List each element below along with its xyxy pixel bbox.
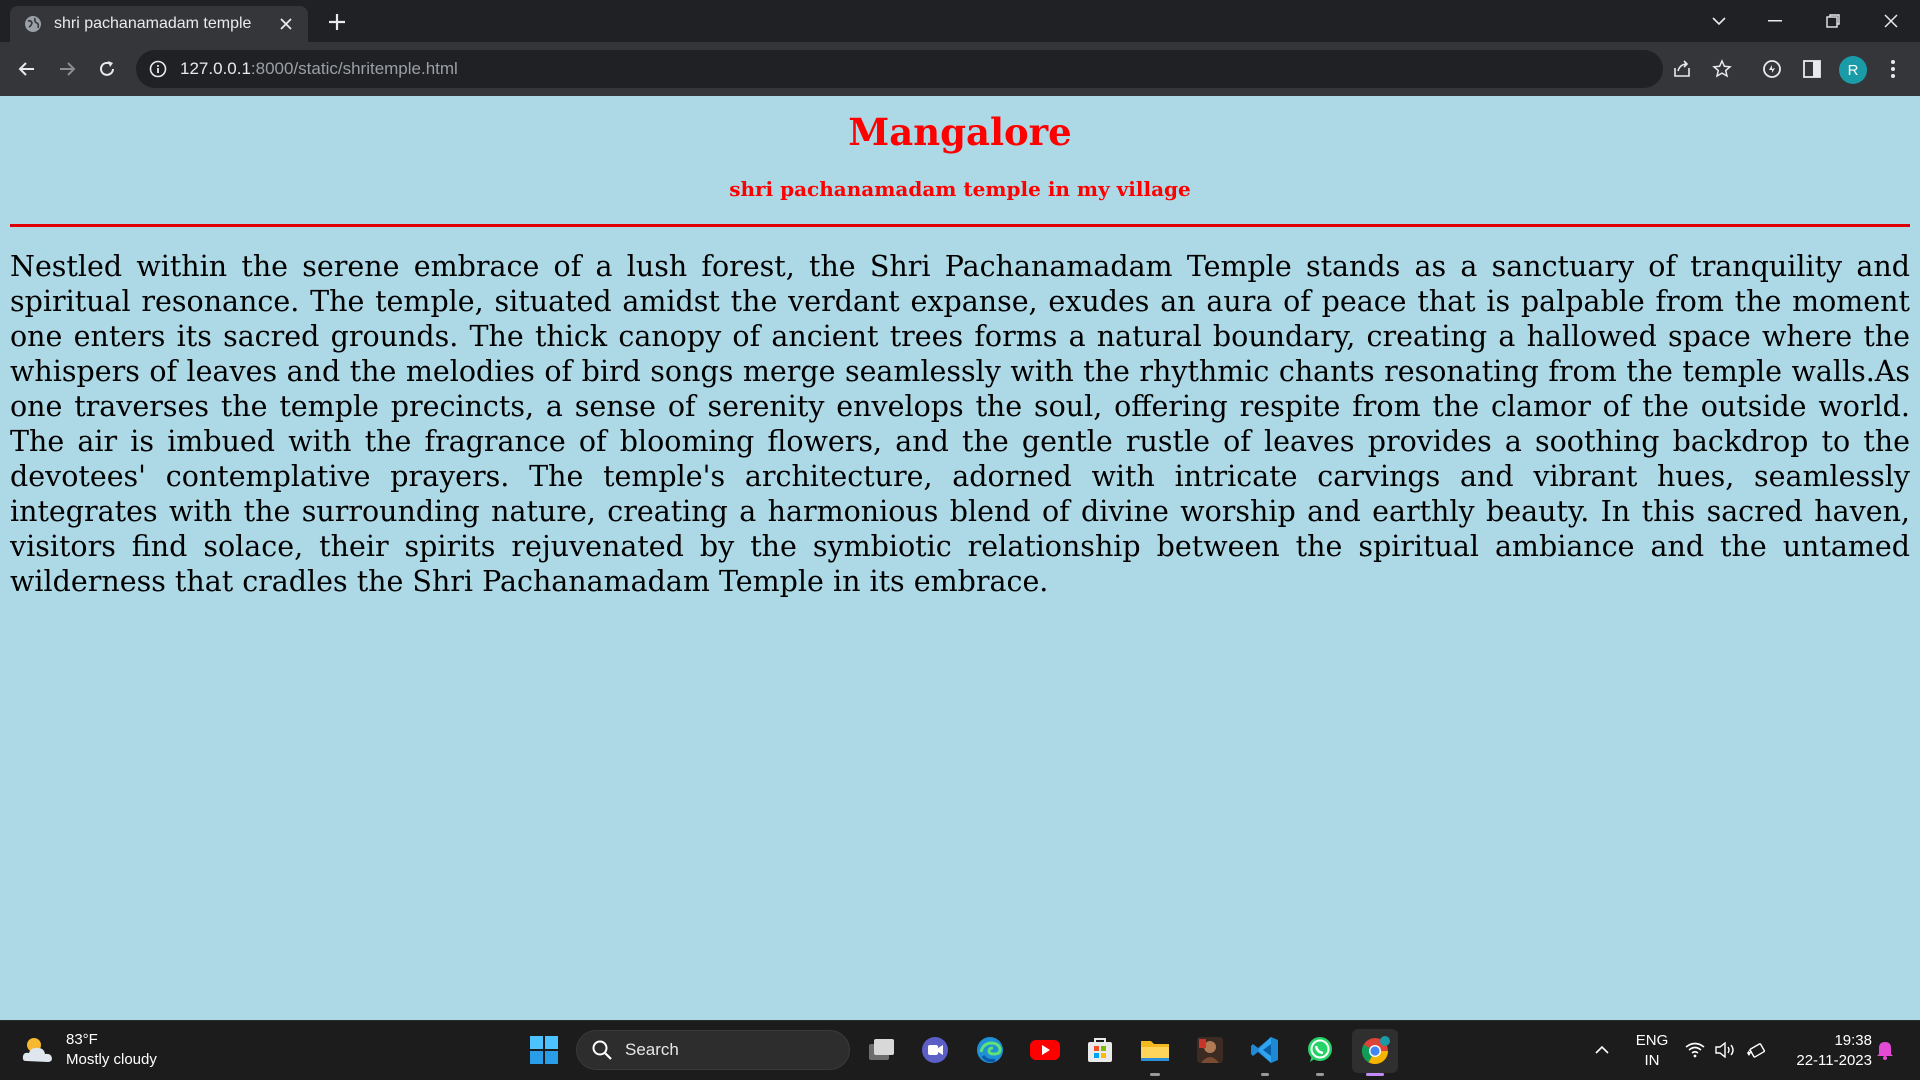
- tab-title: shri pachanamadam temple: [54, 15, 252, 32]
- address-bar[interactable]: 127.0.0.1:8000/static/shritemple.html: [136, 50, 1663, 88]
- search-label: Search: [625, 1040, 679, 1059]
- reload-button[interactable]: [93, 55, 121, 83]
- volume-icon[interactable]: [1710, 1033, 1740, 1067]
- battery-icon[interactable]: [1740, 1033, 1770, 1067]
- clock[interactable]: 19:38 22-11-2023: [1780, 1031, 1872, 1071]
- weather-temperature: 83°F: [66, 1031, 98, 1048]
- new-tab-button[interactable]: [325, 10, 349, 34]
- file-explorer-icon[interactable]: [1138, 1033, 1172, 1067]
- edge-browser-icon[interactable]: [973, 1033, 1007, 1067]
- whatsapp-running-indicator: [1316, 1073, 1324, 1076]
- wifi-icon[interactable]: [1680, 1033, 1710, 1067]
- clock-time: 19:38: [1834, 1032, 1872, 1049]
- weather-description: Mostly cloudy: [66, 1051, 157, 1068]
- page-subheading: shri pachanamadam temple in my village: [729, 177, 1191, 201]
- close-tab-icon[interactable]: [276, 14, 296, 34]
- temple-description: Nestled within the serene embrace of a l…: [10, 250, 1910, 598]
- microsoft-store-icon[interactable]: [1083, 1033, 1117, 1067]
- taskbar: 83°F Mostly cloudy Search ENG IN 19:38 2…: [0, 1020, 1920, 1080]
- bookmark-star-icon[interactable]: [1708, 55, 1736, 83]
- extensions-icon[interactable]: [1758, 55, 1786, 83]
- photo-app-icon[interactable]: [1193, 1033, 1227, 1067]
- file-explorer-running-indicator: [1150, 1073, 1160, 1076]
- chevron-up-icon[interactable]: [1585, 1033, 1619, 1067]
- forward-button[interactable]: [53, 55, 81, 83]
- cloudy-weather-icon: [22, 1038, 52, 1062]
- taskbar-search[interactable]: Search: [576, 1030, 850, 1070]
- restore-button[interactable]: [1820, 8, 1846, 34]
- url-path: :8000/static/shritemple.html: [250, 59, 458, 78]
- clock-date: 22-11-2023: [1796, 1052, 1872, 1069]
- whatsapp-icon[interactable]: [1303, 1033, 1337, 1067]
- profile-avatar[interactable]: R: [1839, 56, 1867, 84]
- chrome-icon[interactable]: [1352, 1029, 1398, 1073]
- teams-chat-icon[interactable]: [918, 1033, 952, 1067]
- tab-search-chevron-icon[interactable]: [1706, 8, 1732, 34]
- chrome-active-indicator: [1366, 1073, 1384, 1076]
- windows-start-icon[interactable]: [527, 1033, 561, 1067]
- divider: [10, 224, 1910, 227]
- side-panel-icon[interactable]: [1798, 55, 1826, 83]
- task-view-icon[interactable]: [864, 1033, 898, 1067]
- youtube-icon[interactable]: [1028, 1033, 1062, 1067]
- page-heading: Mangalore: [848, 110, 1072, 154]
- back-button[interactable]: [13, 55, 41, 83]
- minimize-button[interactable]: [1762, 8, 1788, 34]
- share-icon[interactable]: [1668, 55, 1696, 83]
- browser-toolbar: 127.0.0.1:8000/static/shritemple.html R: [0, 42, 1920, 97]
- vscode-running-indicator: [1261, 1073, 1269, 1076]
- language-indicator[interactable]: ENG IN: [1632, 1031, 1672, 1071]
- vscode-icon[interactable]: [1248, 1033, 1282, 1067]
- browser-tab[interactable]: shri pachanamadam temple: [10, 6, 308, 42]
- search-icon: [592, 1040, 612, 1060]
- language-label: ENG: [1635, 1032, 1669, 1049]
- globe-icon: [25, 16, 41, 32]
- region-label: IN: [1644, 1052, 1660, 1069]
- menu-kebab-icon[interactable]: [1879, 55, 1907, 83]
- browser-tab-strip: shri pachanamadam temple: [0, 0, 1920, 42]
- site-info-icon[interactable]: [148, 59, 168, 79]
- web-page: Mangalore shri pachanamadam temple in my…: [0, 96, 1920, 1020]
- weather-widget[interactable]: 83°F Mostly cloudy: [20, 1030, 157, 1070]
- url-host: 127.0.0.1: [180, 59, 251, 78]
- close-window-button[interactable]: [1878, 8, 1904, 34]
- notification-bell-icon[interactable]: [1870, 1033, 1900, 1067]
